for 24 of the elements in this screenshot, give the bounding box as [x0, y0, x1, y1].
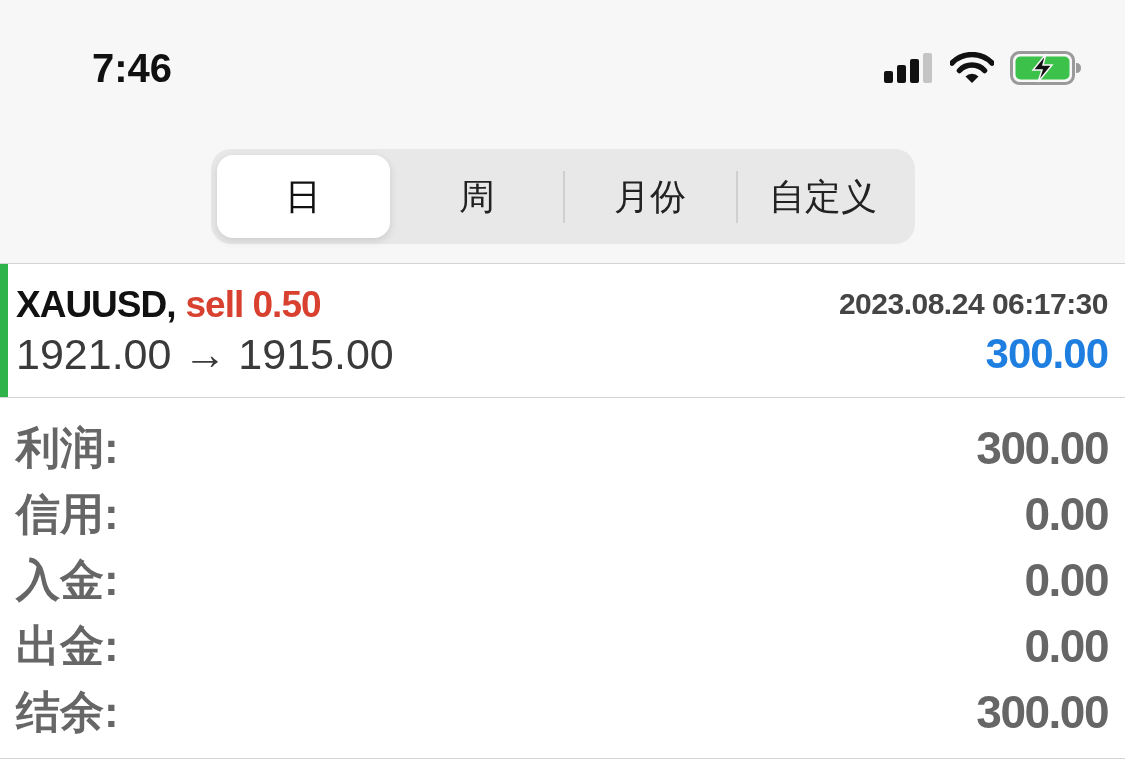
- summary-value: 300.00: [976, 425, 1108, 471]
- summary-value: 0.00: [1024, 491, 1108, 537]
- symbol-text: XAUUSD,: [16, 285, 176, 323]
- signal-bars-icon: [884, 53, 934, 83]
- segment-tab[interactable]: 自定义: [737, 155, 909, 238]
- wifi-icon: [950, 52, 994, 84]
- segment-tab[interactable]: 周: [391, 155, 563, 238]
- summary-label: 出金:: [16, 624, 119, 668]
- status-time: 7:46: [92, 48, 173, 88]
- order-side-text: sell 0.50: [185, 285, 321, 323]
- summary-label: 入金:: [16, 558, 119, 602]
- summary-value: 0.00: [1024, 557, 1108, 603]
- charging-battery-icon: [1010, 51, 1082, 85]
- summary-value: 300.00: [976, 689, 1108, 735]
- profit-value: 300.00: [985, 333, 1108, 375]
- trade-time: 2023.08.24 06:17:30: [838, 289, 1108, 319]
- price-change-text: 1921.00 → 1915.00: [16, 332, 394, 376]
- segment-tab[interactable]: 月份: [564, 155, 736, 238]
- segment-tab[interactable]: 日: [216, 155, 390, 238]
- summary-label: 信用:: [16, 492, 119, 536]
- summary-label: 利润:: [16, 426, 119, 470]
- summary-value: 0.00: [1024, 623, 1108, 669]
- trade-row[interactable]: XAUUSD, sell 0.50 2023.08.24 06:17:30 1921.00 → 1915.00 300.00: [0, 264, 1125, 398]
- summary-label: 结余:: [16, 690, 119, 734]
